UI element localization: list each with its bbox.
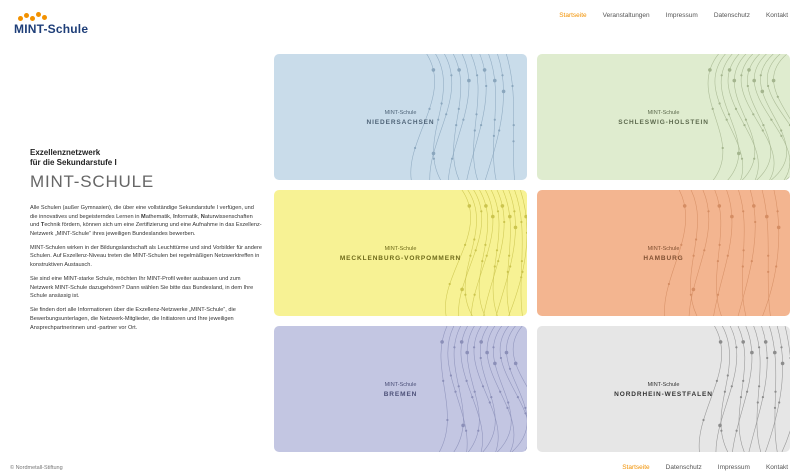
tile-niedersachsen[interactable]: MINT-Schule NIEDERSACHSEN	[274, 54, 527, 180]
main-nav: Startseite Veranstaltungen Impressum Dat…	[559, 12, 788, 19]
footer-nav: Startseite Datenschutz Impressum Kontakt	[622, 464, 788, 471]
logo-text: MINT-Schule	[14, 22, 89, 36]
nav-impressum[interactable]: Impressum	[666, 12, 698, 19]
tile-label-small: MINT-Schule	[647, 382, 680, 388]
tile-mecklenburg-vorpommern[interactable]: MINT-Schule MECKLENBURG-VORPOMMERN	[274, 190, 527, 316]
tile-label-region: MECKLENBURG-VORPOMMERN	[339, 255, 462, 262]
footer-nav-datenschutz[interactable]: Datenschutz	[666, 464, 702, 471]
tile-label-region: SCHLESWIG-HOLSTEIN	[618, 119, 709, 126]
intro-paragraph: Sie sind eine MINT-starke Schule, möchte…	[30, 276, 254, 300]
tile-hamburg[interactable]: MINT-Schule HAMBURG	[537, 190, 790, 316]
tile-label-region: BREMEN	[383, 391, 418, 398]
nav-startseite[interactable]: Startseite	[559, 12, 586, 19]
tile-nordrhein-westfalen[interactable]: MINT-Schule NORDRHEIN-WESTFALEN	[537, 326, 790, 452]
nav-kontakt[interactable]: Kontakt	[766, 12, 788, 19]
intro-section: Exzellenznetzwerk für die Sekundarstufe …	[30, 148, 262, 338]
tile-label-region: NORDRHEIN-WESTFALEN	[614, 391, 713, 398]
logo[interactable]: MINT-Schule	[12, 10, 102, 36]
tile-schleswig-holstein[interactable]: MINT-Schule SCHLESWIG-HOLSTEIN	[537, 54, 790, 180]
footer-nav-impressum[interactable]: Impressum	[718, 464, 750, 471]
nav-datenschutz[interactable]: Datenschutz	[714, 12, 750, 19]
intro-paragraph: Sie finden dort alle Informationen über …	[30, 307, 236, 331]
page-title: MINT-SCHULE	[30, 172, 155, 191]
tile-bremen[interactable]: MINT-Schule BREMEN	[274, 326, 527, 452]
footer-nav-kontakt[interactable]: Kontakt	[766, 464, 788, 471]
intro-paragraph: MINT-Schulen wirken in der Bildungslands…	[30, 244, 262, 269]
intro-paragraph: Alle Schulen (außer Gymnasien), die über…	[30, 205, 262, 237]
nav-veranstaltungen[interactable]: Veranstaltungen	[603, 12, 650, 19]
tile-label-small: MINT-Schule	[647, 246, 680, 252]
tile-label-small: MINT-Schule	[384, 246, 417, 252]
intro-kicker: Exzellenznetzwerk für die Sekundarstufe …	[30, 148, 117, 167]
tile-label-region: NIEDERSACHSEN	[366, 119, 435, 126]
tile-label-small: MINT-Schule	[384, 110, 417, 116]
tile-label-region: HAMBURG	[643, 255, 684, 262]
copyright: © Nordmetall-Stiftung	[10, 465, 63, 471]
footer-nav-startseite[interactable]: Startseite	[622, 464, 649, 471]
tile-label-small: MINT-Schule	[647, 110, 680, 116]
intro-text: Alle Schulen (außer Gymnasien), die über…	[30, 204, 262, 332]
tile-label-small: MINT-Schule	[384, 382, 417, 388]
